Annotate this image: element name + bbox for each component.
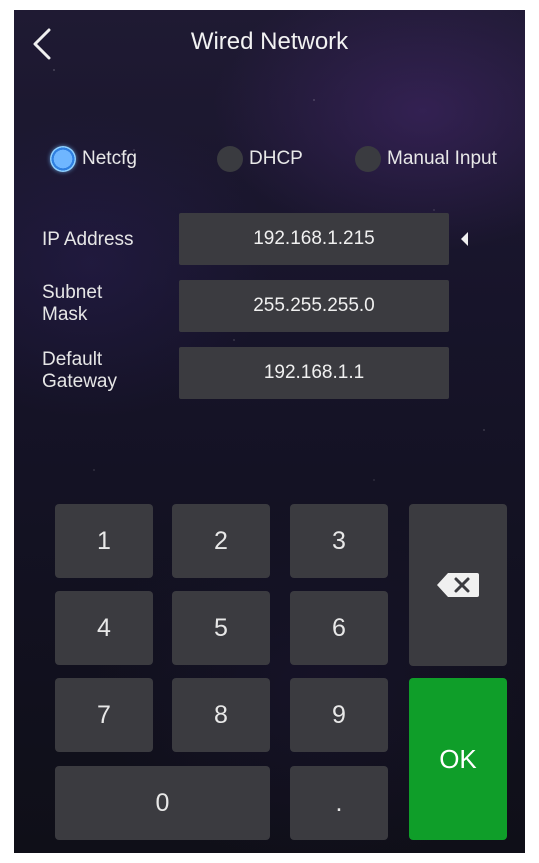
key-6[interactable]: 6 xyxy=(290,591,388,665)
default-gateway-label: Default Gateway xyxy=(42,349,117,392)
ok-button[interactable]: OK xyxy=(409,678,507,840)
ip-address-field[interactable]: 192.168.1.215 xyxy=(179,213,449,265)
key-9[interactable]: 9 xyxy=(290,678,388,752)
key-7[interactable]: 7 xyxy=(55,678,153,752)
page-title: Wired Network xyxy=(190,28,349,55)
screen: Wired Network Netcfg DHCP Manual Input I… xyxy=(14,10,525,853)
ip-address-label: IP Address xyxy=(42,229,134,250)
subnet-mask-label: Subnet Mask xyxy=(42,282,103,325)
key-2[interactable]: 2 xyxy=(172,504,270,578)
key-8[interactable]: 8 xyxy=(172,678,270,752)
subnet-mask-field[interactable]: 255.255.255.0 xyxy=(179,280,449,332)
key-4[interactable]: 4 xyxy=(55,591,153,665)
radio-dhcp-label: DHCP xyxy=(249,148,303,169)
radio-dhcp[interactable]: DHCP xyxy=(217,146,303,172)
radio-unselected-icon xyxy=(355,146,381,172)
radio-manual-label: Manual Input xyxy=(387,148,497,169)
radio-manual-input[interactable]: Manual Input xyxy=(355,146,497,172)
radio-selected-icon xyxy=(50,146,76,172)
network-mode-group: Netcfg DHCP Manual Input xyxy=(14,146,525,176)
backspace-icon xyxy=(437,573,479,597)
key-dot[interactable]: . xyxy=(290,766,388,840)
key-1[interactable]: 1 xyxy=(55,504,153,578)
backspace-button[interactable] xyxy=(409,504,507,666)
radio-unselected-icon xyxy=(217,146,243,172)
active-field-indicator-icon xyxy=(461,232,468,246)
key-5[interactable]: 5 xyxy=(172,591,270,665)
radio-netcfg[interactable]: Netcfg xyxy=(50,146,137,172)
key-3[interactable]: 3 xyxy=(290,504,388,578)
default-gateway-field[interactable]: 192.168.1.1 xyxy=(179,347,449,399)
key-0[interactable]: 0 xyxy=(55,766,270,840)
radio-netcfg-label: Netcfg xyxy=(82,148,137,169)
